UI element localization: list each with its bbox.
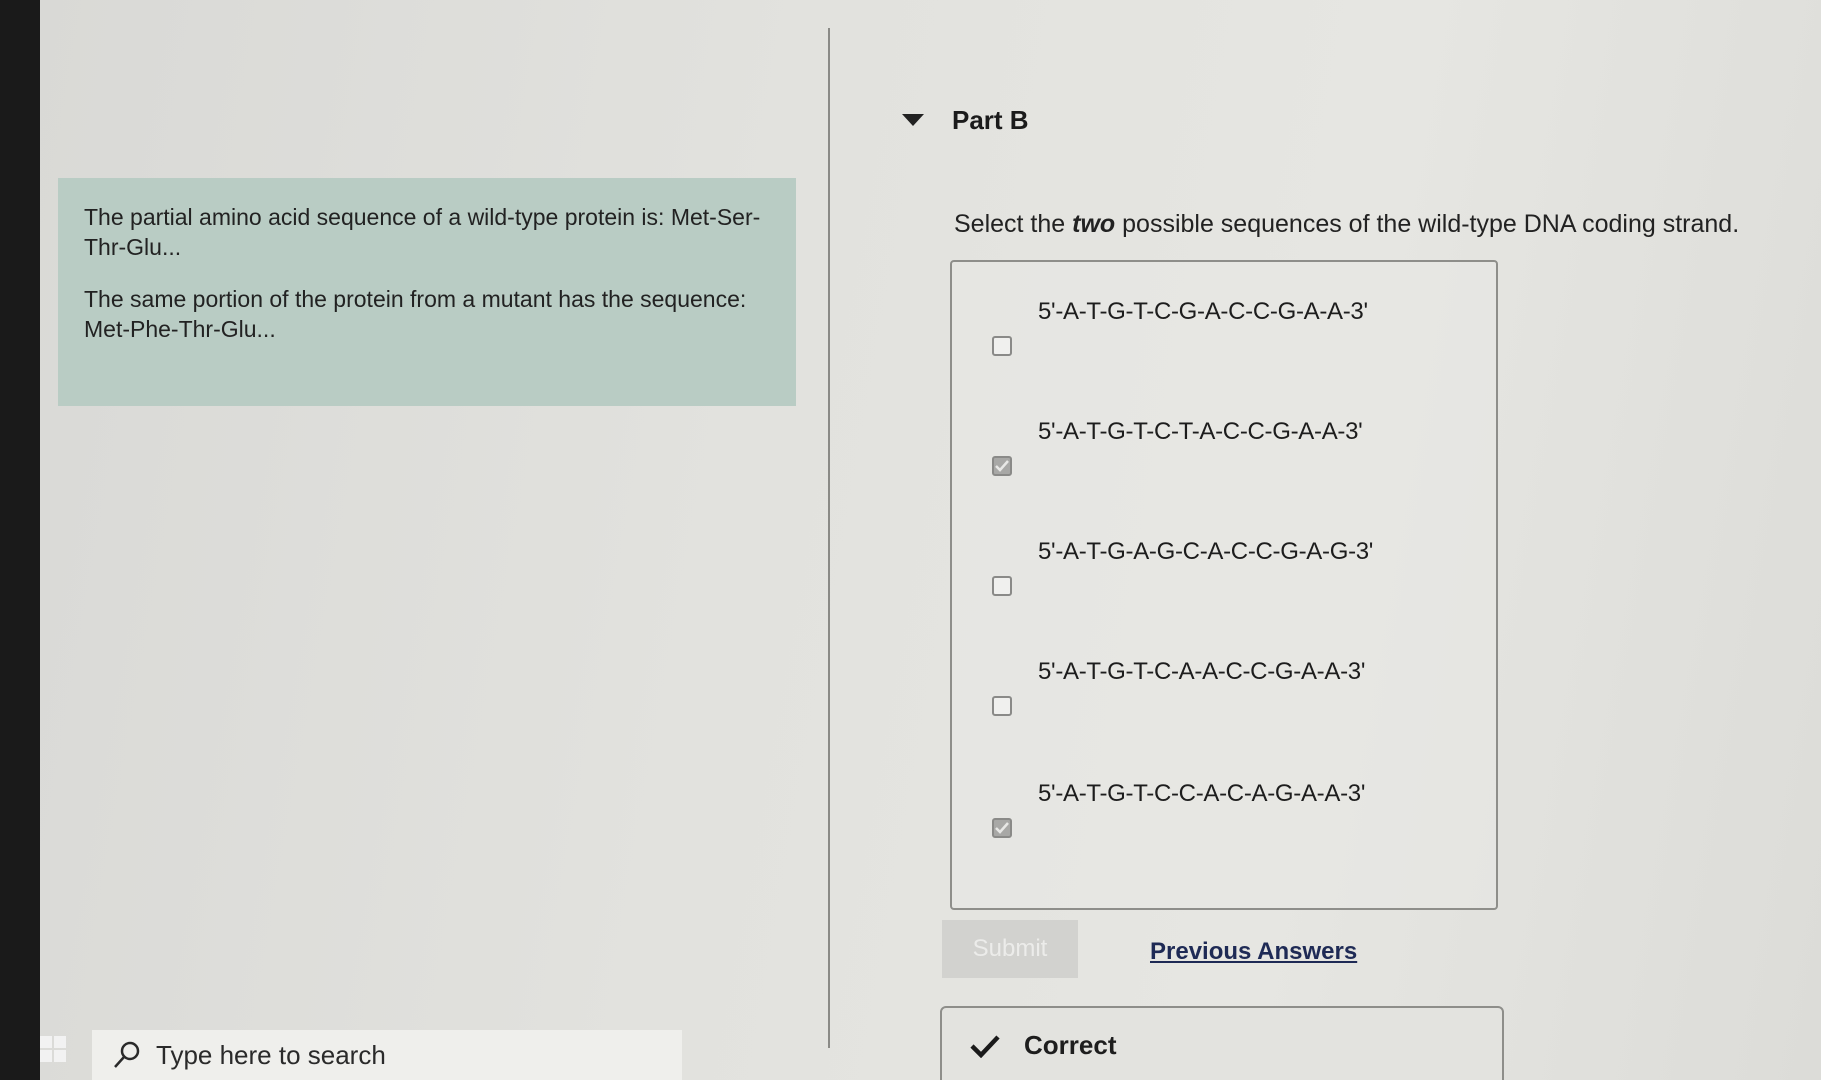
option-5[interactable]: 5'-A-T-G-T-C-C-A-C-A-G-A-A-3' [980, 780, 1460, 850]
checkmark-icon [995, 822, 1009, 834]
intro-paragraph-mutant: The same portion of the protein from a m… [84, 286, 747, 342]
submit-button[interactable]: Submit [942, 920, 1078, 978]
option-2[interactable]: 5'-A-T-G-T-C-T-A-C-C-G-A-A-3' [980, 418, 1460, 488]
answer-options-box: 5'-A-T-G-T-C-G-A-C-C-G-A-A-3' 5'-A-T-G-T… [950, 260, 1498, 910]
search-placeholder: Type here to search [156, 1039, 386, 1070]
taskbar-search[interactable]: Type here to search [92, 1030, 682, 1080]
part-title: Part B [952, 104, 1029, 135]
option-checkbox-1[interactable] [992, 336, 1012, 356]
option-label: 5'-A-T-G-T-C-A-A-C-C-G-A-A-3' [1038, 658, 1366, 685]
checkmark-icon [995, 460, 1009, 472]
intro-paragraph-wild-type: The partial amino acid sequence of a wil… [84, 204, 761, 260]
caret-down-icon[interactable] [902, 114, 924, 126]
screen: The partial amino acid sequence of a wil… [40, 0, 1821, 1080]
question-prompt: Select the two possible sequences of the… [954, 210, 1739, 239]
part-b-header[interactable]: Part B [902, 100, 1029, 140]
previous-answers-link[interactable]: Previous Answers [1150, 938, 1357, 966]
option-label: 5'-A-T-G-T-C-C-A-C-A-G-A-A-3' [1038, 780, 1366, 807]
option-1[interactable]: 5'-A-T-G-T-C-G-A-C-C-G-A-A-3' [980, 298, 1460, 368]
prompt-text-before: Select the [954, 210, 1073, 238]
option-label: 5'-A-T-G-T-C-G-A-C-C-G-A-A-3' [1038, 298, 1368, 325]
option-checkbox-5[interactable] [992, 818, 1012, 838]
option-4[interactable]: 5'-A-T-G-T-C-A-A-C-C-G-A-A-3' [980, 658, 1460, 728]
prompt-emphasis: two [1072, 210, 1116, 238]
intro-panel: The partial amino acid sequence of a wil… [58, 178, 796, 406]
panel-divider [828, 28, 830, 1048]
option-label: 5'-A-T-G-T-C-T-A-C-C-G-A-A-3' [1038, 418, 1363, 445]
prompt-text-after: possible sequences of the wild-type DNA … [1115, 210, 1740, 238]
option-checkbox-3[interactable] [992, 576, 1012, 596]
option-checkbox-4[interactable] [992, 696, 1012, 716]
windows-start-icon[interactable] [40, 1036, 66, 1062]
option-label: 5'-A-T-G-A-G-C-A-C-C-G-A-G-3' [1038, 538, 1374, 565]
search-icon [114, 1041, 140, 1068]
option-3[interactable]: 5'-A-T-G-A-G-C-A-C-C-G-A-G-3' [980, 538, 1460, 608]
taskbar: Type here to search [0, 1024, 1821, 1080]
option-checkbox-2[interactable] [992, 456, 1012, 476]
